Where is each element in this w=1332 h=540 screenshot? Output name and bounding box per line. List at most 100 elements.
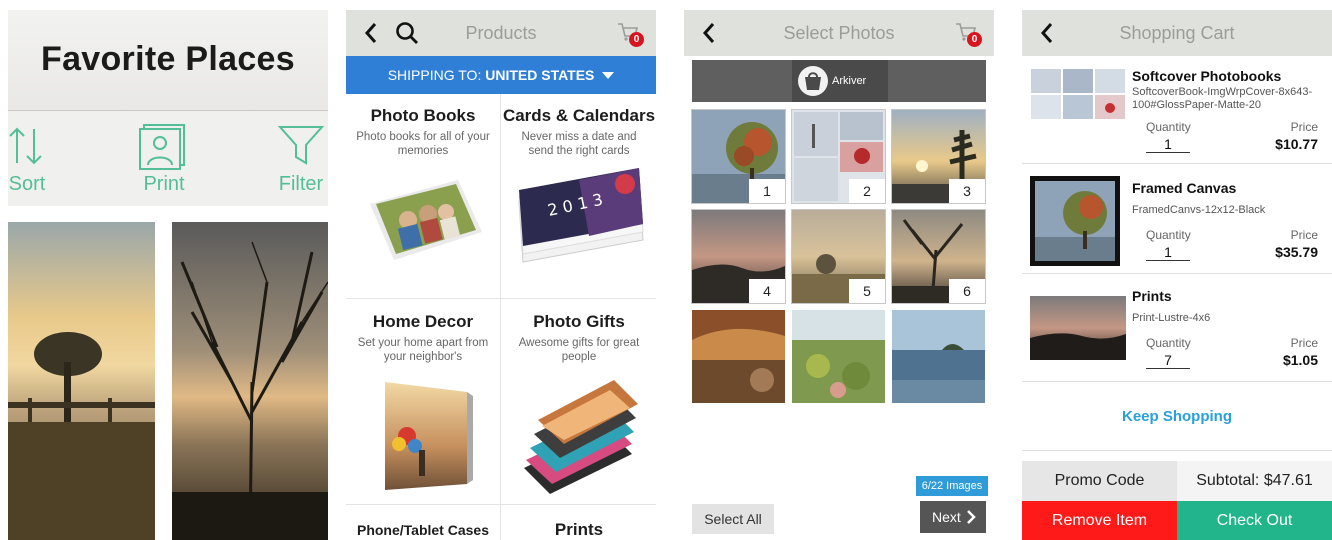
selection-number: 6 [949,279,985,303]
item-name: Softcover Photobooks [1132,68,1282,84]
bag-icon [805,72,821,90]
filter-button[interactable]: Filter [274,121,328,196]
photo-thumbnail[interactable]: 1 [691,109,786,204]
item-thumbnail [1030,296,1126,360]
sunrise-tree-photo [8,222,155,540]
item-sku: FramedCanvs-12x12-Black [1132,204,1266,216]
photo-thumbnail[interactable]: 2 [791,109,886,204]
category-title: Phone/Tablet Cases [356,522,489,538]
phone-cases-image [524,380,638,494]
photo-tile[interactable] [8,222,155,540]
favorite-places-screen: Favorite Places Sort Print Filter [8,10,328,540]
item-price: $1.05 [1282,352,1318,368]
source-tab-arkiver[interactable]: Arkiver [792,60,888,102]
photo-tile[interactable] [172,222,328,540]
shipping-destination-bar[interactable]: SHIPPING TO: UNITED STATES [346,56,656,94]
products-screen: Products 0 SHIPPING TO: UNITED STATES Ph… [346,10,656,540]
product-category-grid: Photo Books Photo books for all of your … [346,94,656,540]
grid-divider [500,94,501,540]
selection-number: 4 [749,279,785,303]
category-home-decor[interactable]: Home Decor Set your home apart from your… [346,300,500,504]
category-cards-calendars[interactable]: Cards & Calendars Never miss a date and … [502,94,656,298]
remove-item-button[interactable]: Remove Item [1022,501,1177,540]
photo-thumbnail[interactable] [792,310,885,403]
select-all-button[interactable]: Select All [692,504,774,534]
category-photo-gifts[interactable]: Photo Gifts Awesome gifts for great peop… [502,300,656,504]
selection-number: 5 [849,279,885,303]
print-label: Print [143,173,185,195]
print-button[interactable]: Print [134,121,194,196]
quantity-field[interactable]: 1 [1146,136,1190,153]
quantity-label: Quantity [1146,120,1191,134]
sort-label: Sort [8,173,46,195]
photo-thumbnail[interactable]: 3 [891,109,986,204]
cart-item[interactable]: Framed Canvas FramedCanvs-12x12-Black Qu… [1022,164,1332,274]
page-title: Shopping Cart [1119,23,1235,43]
nav-bar: Select Photos 0 [684,10,994,56]
cart-button[interactable]: 0 [954,21,982,47]
sort-button[interactable]: Sort [8,121,50,196]
next-button[interactable]: Next [920,501,986,533]
photo-thumbnail[interactable]: 5 [791,209,886,304]
photo-source-bar: Arkiver [692,60,986,102]
category-title: Cards & Calendars [502,106,656,125]
photo-thumbnail[interactable]: 4 [691,209,786,304]
cart-button[interactable]: 0 [616,21,644,47]
photo-book-image [370,180,482,260]
filter-funnel-icon [277,126,325,165]
category-description: Photo books for all of your memories [356,131,490,157]
item-thumbnail [1030,176,1120,266]
item-name: Prints [1132,288,1172,304]
quantity-label: Quantity [1146,228,1191,242]
canvas-print-image [385,382,473,490]
promo-code-button[interactable]: Promo Code [1022,461,1177,501]
selection-number: 3 [949,179,985,203]
price-label: Price [1290,228,1318,242]
price-label: Price [1290,336,1318,350]
page-title: Select Photos [783,23,895,43]
favorites-toolbar: Sort Print Filter [8,110,328,206]
chevron-right-icon [967,510,976,524]
category-phone-tablet-cases[interactable]: Phone/Tablet Cases [346,506,500,540]
grid-divider [346,298,656,299]
item-price: $35.79 [1275,244,1318,260]
selection-number: 2 [849,179,885,203]
quantity-field[interactable]: 7 [1146,352,1190,369]
item-sku: SoftcoverBook-ImgWrpCover-8x643-100#Glos… [1132,86,1313,111]
photo-thumbnail[interactable] [692,310,785,403]
selected-count-badge: 6/22 Images [916,476,988,496]
shipping-country: UNITED STATES [485,67,595,83]
category-title: Photo Gifts [533,312,625,331]
favorites-photo-grid [8,206,328,540]
item-price: $10.77 [1275,136,1318,152]
item-thumbnail [1030,68,1126,120]
category-prints[interactable]: Prints [502,506,656,540]
quantity-label: Quantity [1146,336,1191,350]
grid-divider [346,504,656,505]
category-photo-books[interactable]: Photo Books Photo books for all of your … [346,94,500,298]
cart-item[interactable]: Softcover Photobooks SoftcoverBook-ImgWr… [1022,56,1332,164]
framed-canvas-thumb-image [1035,181,1115,261]
cards-stack-image: 2 0 1 3 [518,168,644,263]
photo-thumbnail[interactable]: 6 [891,209,986,304]
photobook-thumb-image [1030,68,1126,120]
photo-thumbnail[interactable] [892,310,985,403]
category-description: Awesome gifts for great people [518,337,640,363]
photo-image [792,310,885,403]
print-thumb-image [1030,296,1126,360]
keep-shopping-link[interactable]: Keep Shopping [1022,408,1332,425]
category-title: Home Decor [372,312,474,331]
quantity-field[interactable]: 1 [1146,244,1190,261]
price-label: Price [1290,120,1318,134]
cart-item[interactable]: Prints Print-Lustre-4x6 Quantity 7 Price… [1022,274,1332,382]
check-out-button[interactable]: Check Out [1177,501,1332,540]
selection-number: 1 [749,179,785,203]
category-title: Photo Books [370,106,476,125]
next-label: Next [932,509,961,525]
shopping-cart-screen: Shopping Cart Softcover Photobooks Softc… [1022,10,1332,540]
shipping-prefix: SHIPPING TO: [387,67,482,83]
caret-down-icon [602,72,615,79]
divider [1022,450,1332,451]
category-description: Never miss a date and send the right car… [521,131,637,157]
sort-arrows-icon [9,127,42,165]
